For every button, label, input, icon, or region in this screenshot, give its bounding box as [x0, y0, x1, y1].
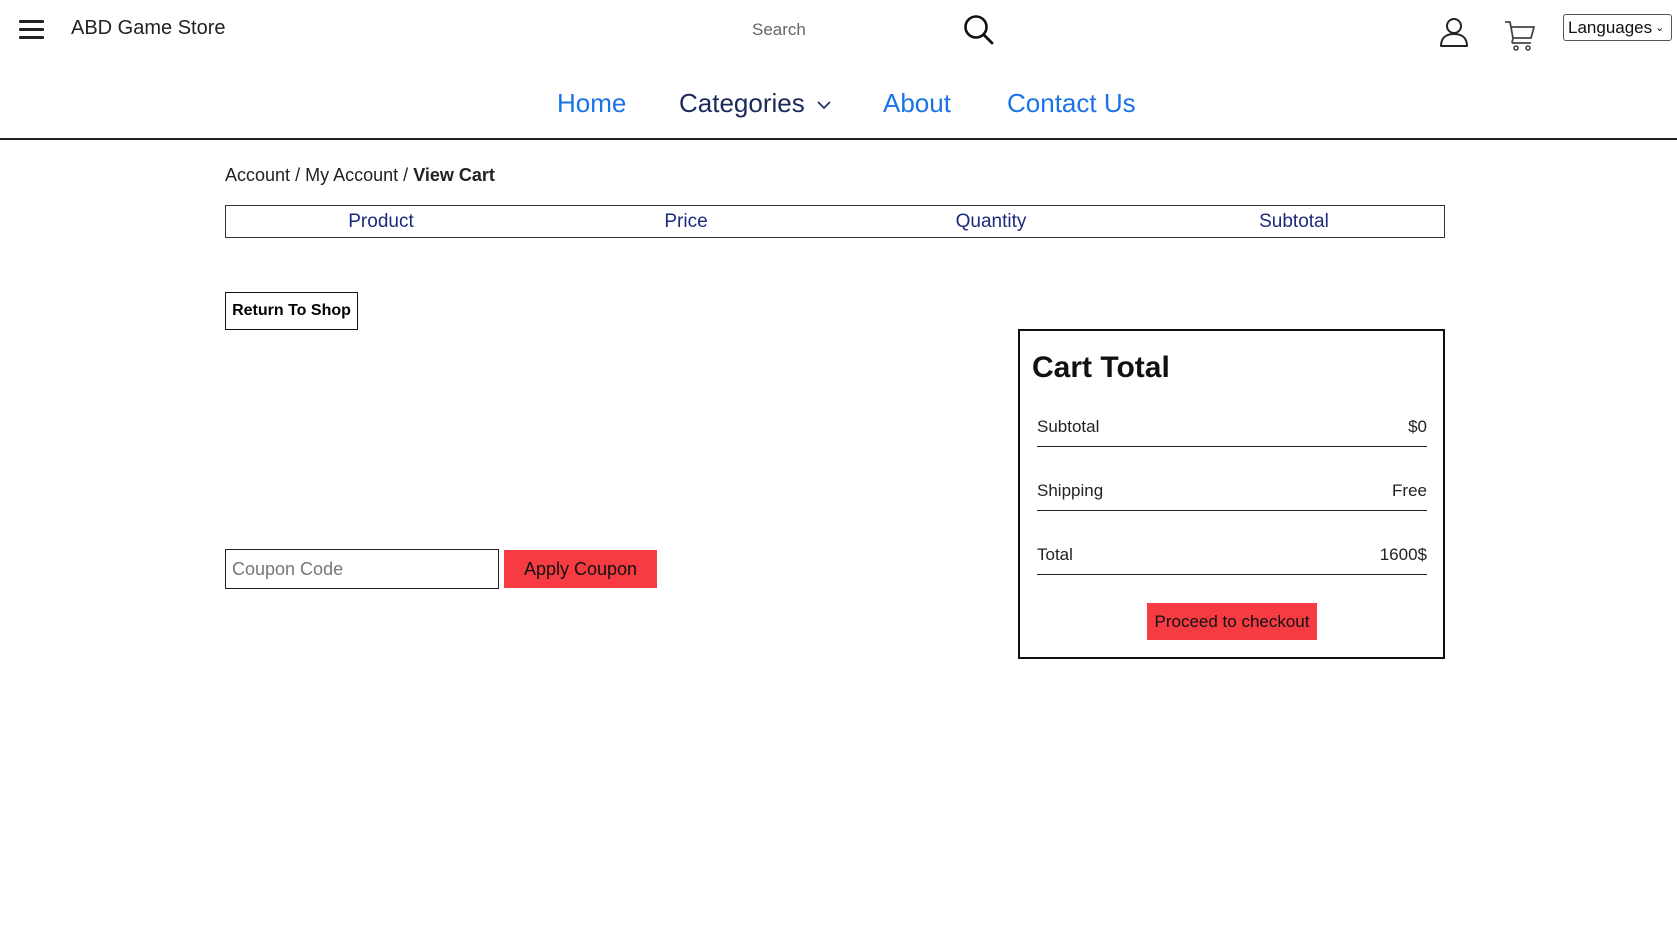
chevron-down-icon: ⌄ [1655, 22, 1665, 34]
cart-total-row-subtotal: Subtotal $0 [1037, 413, 1427, 447]
breadcrumb: Account / My Account / View Cart [225, 165, 495, 186]
nav-item-categories[interactable]: Categories [679, 88, 831, 119]
hamburger-menu-icon[interactable] [19, 19, 45, 41]
languages-label: Languages [1568, 17, 1653, 37]
nav-item-home[interactable]: Home [557, 88, 626, 119]
cart-total-panel: Cart Total Subtotal $0 Shipping Free Tot… [1018, 329, 1445, 659]
nav-item-categories-label: Categories [679, 88, 805, 118]
brand-name[interactable]: ABD Game Store [71, 17, 226, 40]
breadcrumb-separator: / [403, 165, 409, 185]
breadcrumb-account[interactable]: Account [225, 165, 290, 185]
proceed-to-checkout-button[interactable]: Proceed to checkout [1147, 603, 1317, 640]
user-icon[interactable] [1438, 16, 1470, 48]
search-bar [752, 12, 995, 48]
header-divider [0, 138, 1677, 140]
breadcrumb-separator: / [295, 165, 301, 185]
total-value: 1600$ [1379, 545, 1427, 564]
chevron-down-icon [817, 101, 831, 110]
breadcrumb-current: View Cart [413, 165, 495, 185]
coupon-code-input[interactable] [225, 549, 499, 589]
column-header-price: Price [664, 211, 708, 232]
search-icon[interactable] [963, 14, 995, 46]
column-header-quantity: Quantity [955, 211, 1027, 232]
column-header-product: Product [348, 211, 414, 232]
column-header-subtotal: Subtotal [1259, 211, 1329, 232]
breadcrumb-my-account[interactable]: My Account [305, 165, 398, 185]
cart-total-row-total: Total 1600$ [1037, 541, 1427, 575]
cart-total-row-shipping: Shipping Free [1037, 477, 1427, 511]
total-label: Total [1037, 545, 1073, 564]
return-to-shop-button[interactable]: Return To Shop [225, 292, 358, 330]
subtotal-value: $0 [1408, 417, 1427, 436]
search-input[interactable] [752, 12, 952, 48]
shipping-label: Shipping [1037, 481, 1104, 500]
subtotal-label: Subtotal [1037, 417, 1100, 436]
languages-select[interactable]: Languages ⌄ [1563, 14, 1672, 41]
nav-item-contact-us[interactable]: Contact Us [1007, 88, 1136, 119]
cart-total-title: Cart Total [1032, 351, 1170, 384]
nav-item-about[interactable]: About [883, 88, 951, 119]
shipping-value: Free [1392, 481, 1427, 500]
shopping-cart-icon[interactable] [1503, 18, 1537, 52]
cart-table-header: Product Price Quantity Subtotal [225, 205, 1445, 238]
main-nav: Home Categories About Contact Us [0, 88, 1677, 124]
apply-coupon-button[interactable]: Apply Coupon [504, 550, 657, 588]
